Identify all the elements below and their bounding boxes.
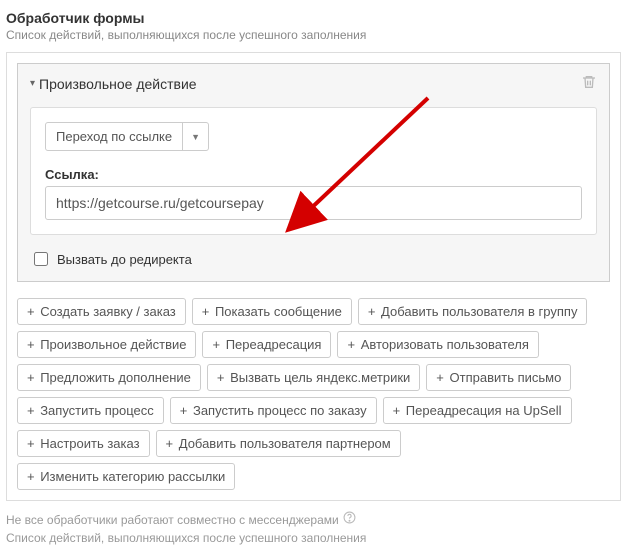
before-redirect-checkbox[interactable]: Вызвать до редиректа	[30, 249, 597, 269]
add-action-button[interactable]: + Запустить процесс по заказу	[170, 397, 377, 424]
plus-icon: +	[27, 403, 35, 418]
plus-icon: +	[347, 337, 355, 352]
add-action-label: Вызвать цель яндекс.метрики	[226, 370, 410, 385]
delete-action-button[interactable]	[581, 74, 597, 93]
action-collapse-toggle[interactable]: ▾ Произвольное действие	[30, 76, 197, 92]
add-action-button[interactable]: + Отправить письмо	[426, 364, 571, 391]
add-action-button[interactable]: + Изменить категорию рассылки	[17, 463, 235, 490]
add-action-label: Добавить пользователя партнером	[175, 436, 391, 451]
page-subtitle: Список действий, выполняющихся после усп…	[6, 28, 621, 42]
add-action-button[interactable]: + Предложить дополнение	[17, 364, 201, 391]
add-action-buttons: + Создать заявку / заказ+ Показать сообщ…	[17, 298, 610, 490]
plus-icon: +	[436, 370, 444, 385]
dropdown-caret-icon: ▼	[182, 123, 208, 150]
add-action-button[interactable]: + Показать сообщение	[192, 298, 352, 325]
add-action-label: Авторизовать пользователя	[357, 337, 529, 352]
link-input[interactable]	[45, 186, 582, 220]
add-action-label: Изменить категорию рассылки	[37, 469, 226, 484]
add-action-button[interactable]: + Добавить пользователя партнером	[156, 430, 401, 457]
add-action-label: Произвольное действие	[37, 337, 187, 352]
add-action-button[interactable]: + Добавить пользователя в группу	[358, 298, 588, 325]
plus-icon: +	[27, 304, 35, 319]
plus-icon: +	[368, 304, 376, 319]
handlers-container: ▾ Произвольное действие Переход по ссылк…	[6, 52, 621, 501]
add-action-label: Запустить процесс по заказу	[189, 403, 366, 418]
help-icon[interactable]	[343, 511, 356, 529]
footer-note-2: Список действий, выполняющихся после усп…	[6, 529, 366, 547]
plus-icon: +	[202, 304, 210, 319]
action-body: Переход по ссылке ▼ Ссылка:	[30, 107, 597, 235]
add-action-label: Запустить процесс	[37, 403, 154, 418]
add-action-label: Переадресация на UpSell	[402, 403, 561, 418]
before-redirect-checkbox-input[interactable]	[34, 252, 48, 266]
add-action-label: Предложить дополнение	[37, 370, 191, 385]
before-redirect-label: Вызвать до редиректа	[57, 252, 192, 267]
add-action-button[interactable]: + Произвольное действие	[17, 331, 196, 358]
trash-icon	[581, 74, 597, 90]
add-action-button[interactable]: + Переадресация на UpSell	[383, 397, 572, 424]
action-title-text: Произвольное действие	[39, 76, 197, 92]
plus-icon: +	[27, 370, 35, 385]
action-card: ▾ Произвольное действие Переход по ссылк…	[17, 63, 610, 282]
add-action-label: Отправить письмо	[446, 370, 561, 385]
add-action-button[interactable]: + Переадресация	[202, 331, 331, 358]
link-label: Ссылка:	[45, 167, 582, 182]
plus-icon: +	[27, 337, 35, 352]
plus-icon: +	[217, 370, 225, 385]
add-action-label: Настроить заказ	[37, 436, 140, 451]
plus-icon: +	[180, 403, 188, 418]
action-type-selected: Переход по ссылке	[46, 123, 182, 150]
add-action-button[interactable]: + Вызвать цель яндекс.метрики	[207, 364, 420, 391]
page-title: Обработчик формы	[6, 10, 621, 26]
footer-note-1: Не все обработчики работают совместно с …	[6, 511, 339, 529]
plus-icon: +	[27, 436, 35, 451]
add-action-button[interactable]: + Создать заявку / заказ	[17, 298, 186, 325]
add-action-label: Переадресация	[222, 337, 321, 352]
plus-icon: +	[27, 469, 35, 484]
add-action-button[interactable]: + Запустить процесс	[17, 397, 164, 424]
add-action-button[interactable]: + Авторизовать пользователя	[337, 331, 538, 358]
chevron-down-icon: ▾	[30, 78, 35, 89]
plus-icon: +	[166, 436, 174, 451]
plus-icon: +	[393, 403, 401, 418]
add-action-label: Показать сообщение	[211, 304, 342, 319]
action-type-select[interactable]: Переход по ссылке ▼	[45, 122, 209, 151]
add-action-button[interactable]: + Настроить заказ	[17, 430, 150, 457]
plus-icon: +	[212, 337, 220, 352]
add-action-label: Создать заявку / заказ	[37, 304, 176, 319]
add-action-label: Добавить пользователя в группу	[377, 304, 577, 319]
